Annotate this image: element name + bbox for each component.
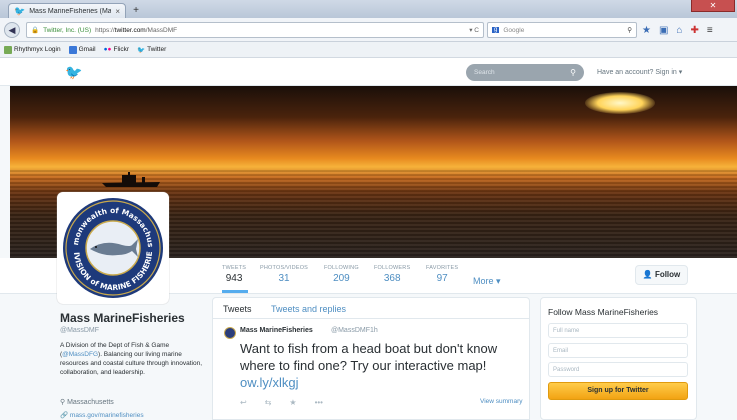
- url-path: /MassDMF: [145, 26, 178, 34]
- browser-search-bar[interactable]: g Google ⚲: [487, 22, 637, 38]
- tweet-timestamp[interactable]: 1h: [370, 327, 378, 334]
- marine-fisheries-seal: Commonwealth of Massachusetts DIVISION o…: [56, 188, 163, 298]
- tab-tweets-and-replies[interactable]: Tweets and replies: [271, 304, 346, 314]
- url-scheme: https://: [95, 26, 115, 34]
- bio-mention-link[interactable]: @MassDFG: [62, 351, 98, 358]
- link-icon: 🔗: [60, 412, 70, 419]
- favorite-icon[interactable]: ★: [289, 398, 296, 407]
- flickr-icon: ●●: [103, 46, 112, 53]
- search-engine-label: Google: [503, 26, 525, 34]
- bookmark-rhythmyx[interactable]: Rhythmyx Login: [4, 45, 61, 54]
- bookmarks-bar: Rhythmyx Login Gmail ●● Flickr 🐦 Twitter: [0, 42, 737, 58]
- menu-icon[interactable]: ≡: [707, 25, 713, 36]
- signup-button[interactable]: Sign up for Twitter: [548, 382, 688, 400]
- back-button[interactable]: ◀: [4, 22, 20, 38]
- stat-photos-videos[interactable]: PHOTOS/VIDEOS 31: [260, 265, 308, 284]
- home-icon[interactable]: ⌂: [676, 25, 682, 36]
- browser-tab[interactable]: 🐦 Mass MarineFisheries (MassD... ×: [8, 3, 126, 18]
- profile-location: ⚲ Massachusetts: [60, 399, 114, 406]
- email-field[interactable]: Email: [548, 343, 688, 358]
- twitter-search-input[interactable]: Search ⚲: [466, 64, 584, 81]
- timeline-tabs: [212, 297, 530, 319]
- bookmark-gmail[interactable]: Gmail: [68, 45, 96, 54]
- tweet-actions: ↩ ⇆ ★ •••: [240, 398, 350, 407]
- full-name-field[interactable]: Full name: [548, 323, 688, 338]
- bookmark-twitter[interactable]: 🐦 Twitter: [137, 46, 166, 54]
- browser-tab-title: Mass MarineFisheries (MassD...: [29, 7, 112, 15]
- signup-title: Follow Mass MarineFisheries: [548, 307, 659, 317]
- profile-avatar[interactable]: Commonwealth of Massachusetts DIVISION o…: [56, 188, 169, 304]
- stat-tweets[interactable]: TWEETS 943: [222, 265, 246, 284]
- rhythmyx-icon: [4, 45, 12, 54]
- tab-tweets[interactable]: Tweets: [223, 304, 252, 314]
- reload-icon[interactable]: ▾ C: [469, 26, 479, 34]
- tweet-author[interactable]: Mass MarineFisheries: [240, 327, 313, 334]
- tweet-text: Want to fish from a head boat but don't …: [240, 340, 525, 391]
- star-icon[interactable]: ★: [642, 25, 651, 36]
- stat-favorites[interactable]: FAVORITES 97: [426, 265, 458, 284]
- new-tab-button[interactable]: +: [128, 5, 144, 17]
- retweet-icon[interactable]: ⇆: [265, 398, 272, 407]
- stat-followers[interactable]: FOLLOWERS 368: [374, 265, 410, 284]
- password-field[interactable]: Password: [548, 362, 688, 377]
- more-dropdown[interactable]: More ▾: [473, 276, 501, 287]
- twitter-logo-icon[interactable]: 🐦: [65, 64, 82, 81]
- gmail-icon: [68, 45, 77, 54]
- profile-name[interactable]: Mass MarineFisheries: [60, 311, 185, 325]
- active-stat-underline: [222, 290, 248, 293]
- profile-bio: A Division of the Dept of Fish & Game (@…: [60, 342, 203, 376]
- twitter-bird-icon: 🐦: [14, 5, 26, 16]
- fishing-boat-silhouette: [102, 172, 160, 187]
- search-icon[interactable]: ⚲: [627, 26, 632, 34]
- bookmark-flickr[interactable]: ●● Flickr: [104, 46, 129, 53]
- tweet-link[interactable]: ow.ly/xlkgj: [240, 374, 525, 391]
- follow-person-icon: 👤: [642, 270, 653, 279]
- site-identity: Twitter, Inc. (US): [43, 26, 92, 34]
- url-host: twitter.com: [114, 26, 146, 34]
- tweet-avatar[interactable]: [224, 327, 236, 339]
- view-summary-link[interactable]: View summary: [480, 398, 523, 405]
- profile-website[interactable]: 🔗 mass.gov/marinefisheries: [60, 411, 144, 419]
- profile-handle[interactable]: @MassDMF: [60, 327, 99, 334]
- close-tab-icon[interactable]: ×: [115, 7, 120, 16]
- browser-toolbar-icons: ★ ▣ ⌂ ✚ ≡: [642, 23, 737, 37]
- sunset-sun: [585, 92, 655, 114]
- addon-icon[interactable]: ✚: [690, 25, 698, 36]
- signin-link[interactable]: Have an account? Sign in ▾: [597, 68, 682, 76]
- reply-icon[interactable]: ↩: [240, 398, 247, 407]
- twitter-bird-icon: 🐦: [137, 46, 146, 54]
- lock-icon: 🔒: [31, 27, 40, 34]
- more-options-icon[interactable]: •••: [315, 398, 323, 407]
- clipboard-icon[interactable]: ▣: [659, 25, 668, 36]
- url-bar[interactable]: 🔒 Twitter, Inc. (US) https://twitter.com…: [26, 22, 484, 38]
- window-close-button[interactable]: ✕: [691, 0, 735, 12]
- follow-button[interactable]: 👤 Follow: [635, 265, 688, 285]
- stat-following[interactable]: FOLLOWING 209: [324, 265, 359, 284]
- tweet-handle[interactable]: @MassDMF: [331, 327, 370, 334]
- google-icon: g: [492, 27, 500, 33]
- search-icon[interactable]: ⚲: [570, 68, 576, 77]
